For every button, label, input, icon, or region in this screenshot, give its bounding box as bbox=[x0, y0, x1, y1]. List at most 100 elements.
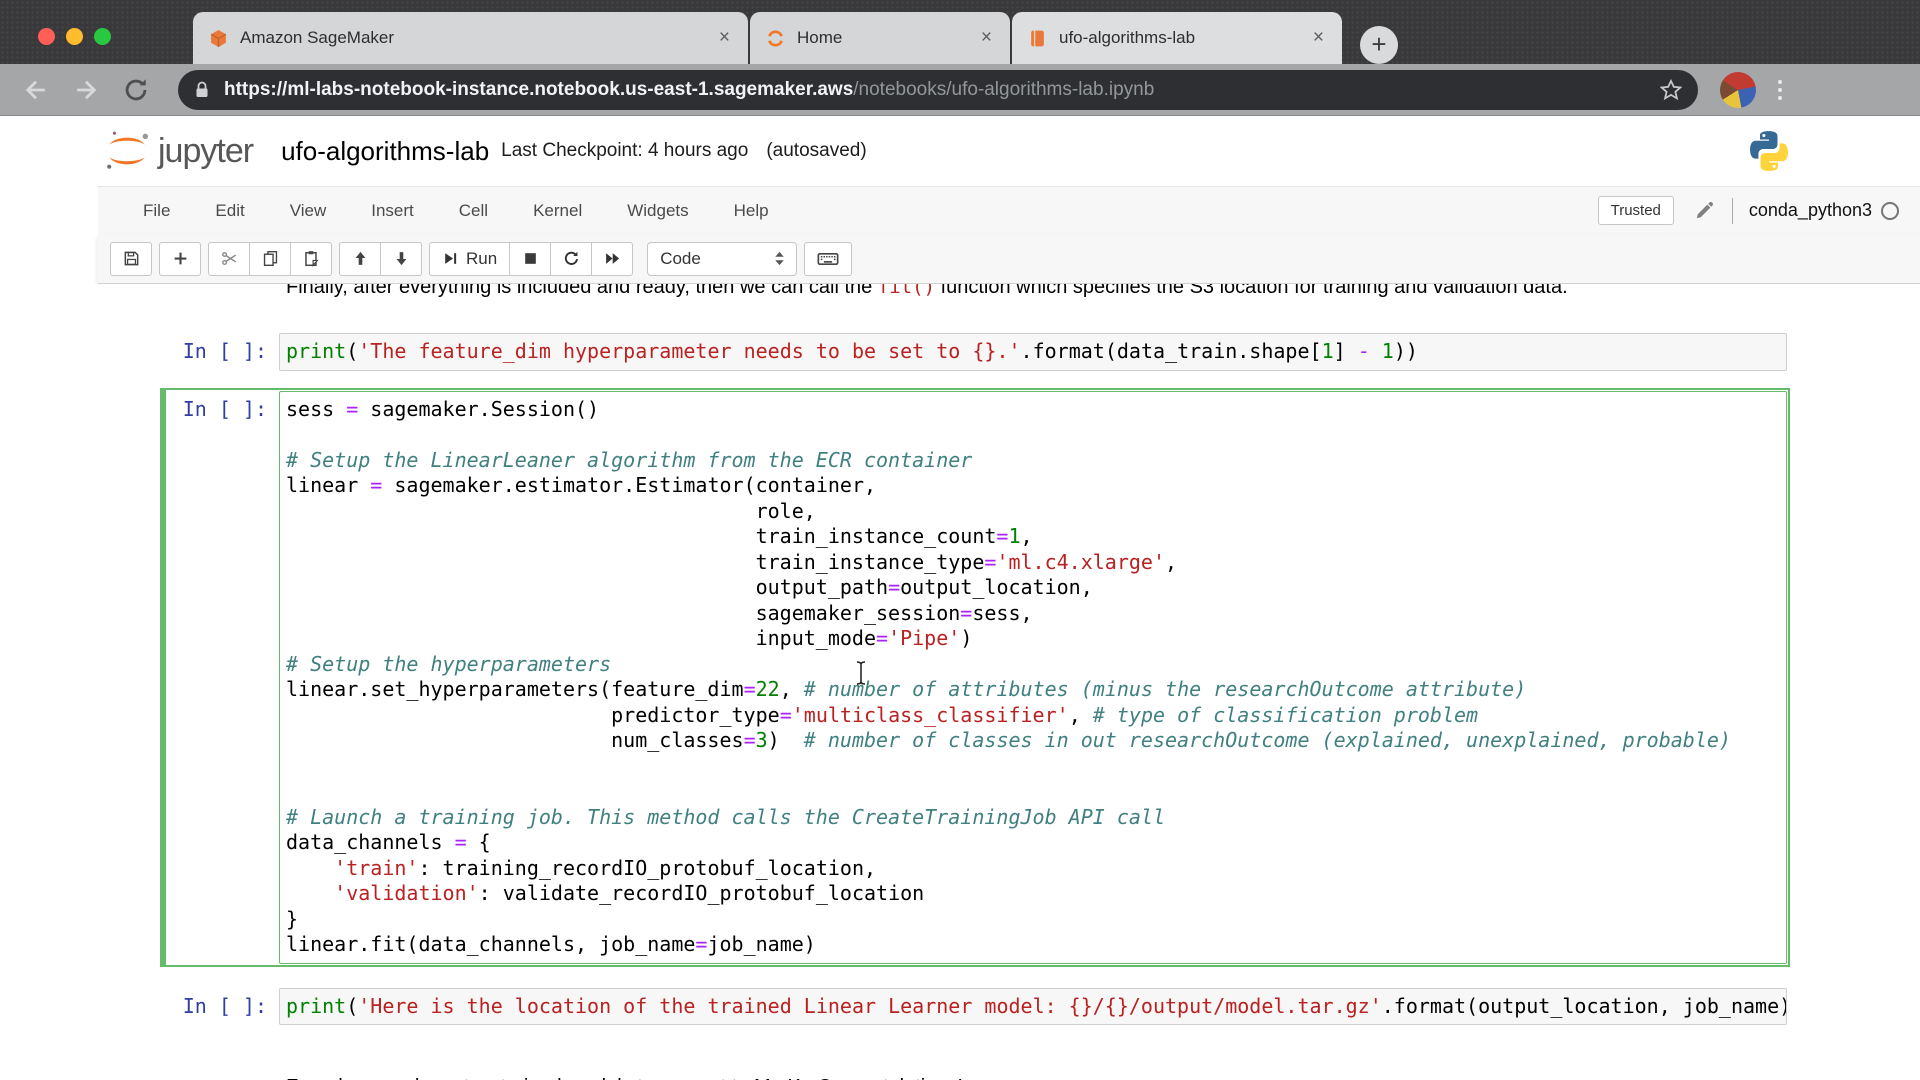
menu-widgets[interactable]: Widgets bbox=[627, 201, 688, 221]
markdown-text[interactable]: From here we have two trained models to … bbox=[279, 1073, 1787, 1080]
move-cell-up-button[interactable] bbox=[339, 242, 381, 276]
cell-type-value: Code bbox=[660, 249, 773, 269]
jupyter-logo[interactable] bbox=[104, 128, 150, 174]
code-editor[interactable]: sess = sagemaker.Session() # Setup the L… bbox=[286, 397, 1780, 958]
url-text: https://ml-labs-notebook-instance.notebo… bbox=[224, 79, 1648, 101]
lock-icon bbox=[192, 80, 212, 100]
jupyter-wordmark[interactable]: jupyter bbox=[158, 132, 253, 171]
tab-ufo-algorithms-lab[interactable]: ufo-algorithms-lab × bbox=[1012, 12, 1342, 64]
menu-view[interactable]: View bbox=[290, 201, 327, 221]
arrow-down-icon bbox=[393, 250, 410, 267]
restart-kernel-button[interactable] bbox=[550, 242, 592, 276]
edit-title-pencil-icon[interactable] bbox=[1694, 201, 1714, 221]
notebook-icon bbox=[1028, 29, 1047, 48]
menu-insert[interactable]: Insert bbox=[371, 201, 414, 221]
forward-arrow-icon bbox=[72, 76, 100, 104]
command-palette-button[interactable] bbox=[804, 242, 852, 276]
menu-file[interactable]: File bbox=[143, 201, 170, 221]
save-button[interactable] bbox=[110, 242, 152, 276]
code-cell-selected[interactable]: In [ ]: sess = sagemaker.Session() # Set… bbox=[160, 388, 1790, 967]
cell-prompt: In [ ]: bbox=[167, 391, 279, 964]
markdown-text[interactable]: Finally, after everything is included an… bbox=[279, 284, 1787, 299]
new-tab-button[interactable]: + bbox=[1360, 26, 1398, 64]
copy-icon bbox=[262, 250, 279, 267]
keyboard-icon bbox=[817, 248, 839, 270]
tab-label: Amazon SageMaker bbox=[240, 28, 707, 48]
jupyter-header: jupyter ufo-algorithms-lab Last Checkpoi… bbox=[0, 116, 1920, 186]
cell-prompt: In [ ]: bbox=[167, 333, 279, 371]
arrow-up-icon bbox=[352, 250, 369, 267]
notebook-area: Finally, after everything is included an… bbox=[0, 284, 1920, 1080]
cell-prompt: In [ ]: bbox=[167, 988, 279, 1026]
url-path: /notebooks/ufo-algorithms-lab.ipynb bbox=[853, 79, 1154, 100]
menu-kernel[interactable]: Kernel bbox=[533, 201, 582, 221]
tab-label: ufo-algorithms-lab bbox=[1059, 28, 1301, 48]
code-cell[interactable]: In [ ]: print('The feature_dim hyperpara… bbox=[160, 330, 1790, 374]
scissors-icon bbox=[221, 250, 238, 267]
markdown-cell-clipped: Finally, after everything is included an… bbox=[160, 284, 1790, 300]
run-cell-button[interactable]: Run bbox=[429, 242, 510, 276]
tab-home[interactable]: Home × bbox=[750, 12, 1010, 64]
trusted-badge[interactable]: Trusted bbox=[1598, 196, 1674, 225]
plus-icon bbox=[172, 250, 189, 267]
browser-profile-avatar[interactable] bbox=[1720, 72, 1756, 108]
code-editor[interactable]: print('Here is the location of the train… bbox=[286, 994, 1780, 1020]
window-zoom-button[interactable] bbox=[94, 28, 111, 45]
bookmark-star-icon[interactable] bbox=[1660, 79, 1682, 101]
code-input-area[interactable]: print('The feature_dim hyperparameter ne… bbox=[279, 333, 1787, 371]
text-cursor-pointer bbox=[853, 660, 869, 686]
browser-tab-bar: Amazon SageMaker × Home × ufo-algorithms… bbox=[0, 0, 1920, 64]
tab-amazon-sagemaker[interactable]: Amazon SageMaker × bbox=[193, 12, 748, 64]
sagemaker-cube-icon bbox=[209, 29, 228, 48]
reload-icon bbox=[122, 76, 150, 104]
window-minimize-button[interactable] bbox=[66, 28, 83, 45]
forward-button[interactable] bbox=[72, 76, 100, 104]
restart-run-all-button[interactable] bbox=[591, 242, 633, 276]
code-input-area[interactable]: sess = sagemaker.Session() # Setup the L… bbox=[279, 391, 1787, 964]
code-editor[interactable]: print('The feature_dim hyperparameter ne… bbox=[286, 339, 1780, 365]
restart-icon bbox=[563, 250, 580, 267]
menu-edit[interactable]: Edit bbox=[215, 201, 244, 221]
divider bbox=[1732, 198, 1733, 224]
back-arrow-icon bbox=[22, 76, 50, 104]
kernel-idle-indicator-icon bbox=[1880, 201, 1900, 221]
address-bar[interactable]: https://ml-labs-notebook-instance.notebo… bbox=[178, 70, 1698, 110]
interrupt-kernel-button[interactable] bbox=[509, 242, 551, 276]
notebook-title[interactable]: ufo-algorithms-lab bbox=[281, 136, 489, 167]
reload-button[interactable] bbox=[122, 76, 150, 104]
tab-close-icon[interactable]: × bbox=[977, 27, 996, 49]
autosave-status: (autosaved) bbox=[766, 140, 866, 162]
window-controls bbox=[38, 28, 111, 45]
cut-cell-button[interactable] bbox=[208, 242, 250, 276]
menu-cell[interactable]: Cell bbox=[459, 201, 488, 221]
stop-icon bbox=[522, 250, 539, 267]
tab-label: Home bbox=[797, 28, 969, 48]
paste-icon bbox=[303, 250, 320, 267]
kernel-name: conda_python3 bbox=[1749, 200, 1872, 221]
notebook-toolbar: Run Code bbox=[98, 234, 1920, 284]
python-logo bbox=[1746, 128, 1792, 174]
back-button[interactable] bbox=[22, 76, 50, 104]
move-cell-down-button[interactable] bbox=[380, 242, 422, 276]
copy-cell-button[interactable] bbox=[249, 242, 291, 276]
jupyter-menu-toolbar-band: File Edit View Insert Cell Kernel Widget… bbox=[98, 186, 1920, 284]
url-host: https://ml-labs-notebook-instance.notebo… bbox=[224, 79, 853, 100]
code-cell[interactable]: In [ ]: print('Here is the location of t… bbox=[160, 985, 1790, 1029]
browser-toolbar: https://ml-labs-notebook-instance.notebo… bbox=[0, 64, 1920, 116]
run-label: Run bbox=[466, 249, 497, 269]
tab-strip: Amazon SageMaker × Home × ufo-algorithms… bbox=[193, 12, 1344, 64]
menu-right-cluster: Trusted conda_python3 bbox=[1598, 196, 1900, 225]
window-close-button[interactable] bbox=[38, 28, 55, 45]
cell-type-select[interactable]: Code bbox=[647, 242, 797, 276]
insert-cell-button[interactable] bbox=[159, 242, 201, 276]
select-arrows-icon bbox=[773, 250, 786, 267]
menu-bar: File Edit View Insert Cell Kernel Widget… bbox=[98, 186, 1920, 234]
markdown-cell: From here we have two trained models to … bbox=[160, 1070, 1790, 1080]
menu-help[interactable]: Help bbox=[734, 201, 769, 221]
tab-close-icon[interactable]: × bbox=[1309, 27, 1328, 49]
tab-close-icon[interactable]: × bbox=[715, 27, 734, 49]
paste-cell-button[interactable] bbox=[290, 242, 332, 276]
browser-menu-button[interactable] bbox=[1778, 80, 1782, 100]
jupyter-orbit-icon bbox=[766, 29, 785, 48]
code-input-area[interactable]: print('Here is the location of the train… bbox=[279, 988, 1787, 1026]
